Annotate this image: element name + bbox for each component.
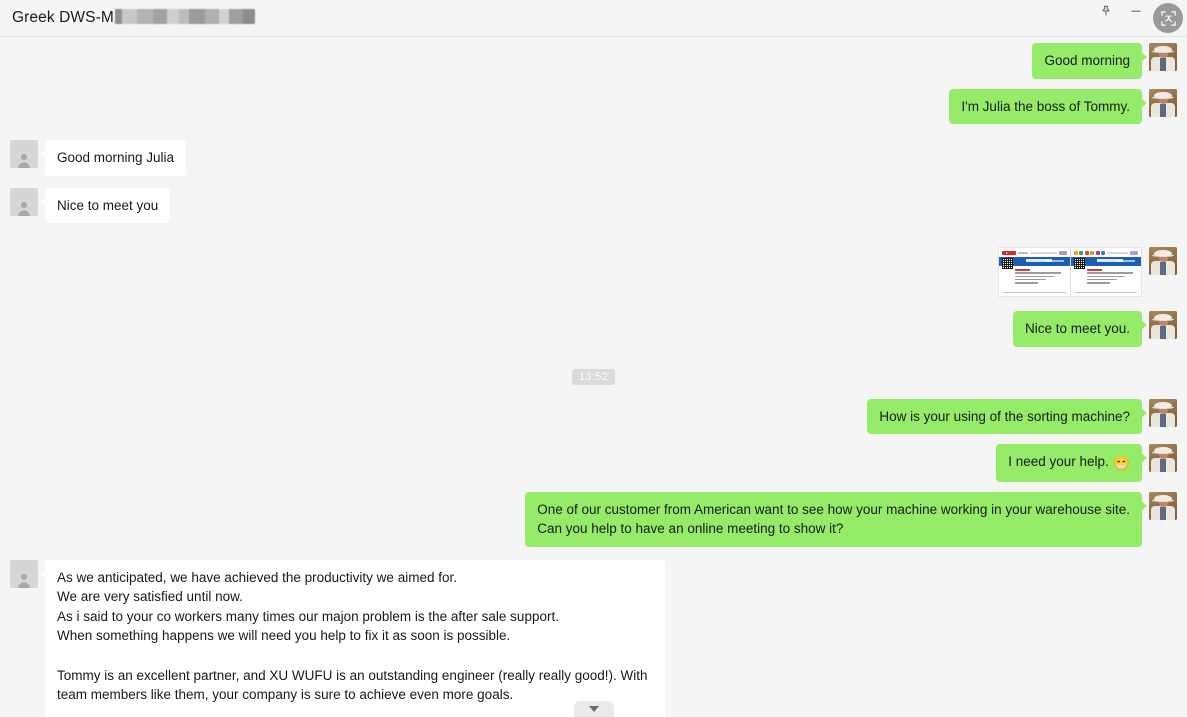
message-bubble-outgoing[interactable]: One of our customer from American want t… [525, 491, 1147, 547]
title-prefix: Greek DWS-M [12, 9, 114, 26]
avatar[interactable] [1149, 247, 1177, 276]
translate-scan-button[interactable] [1153, 3, 1183, 33]
pin-icon[interactable] [1091, 0, 1121, 22]
message-row: As we anticipated, we have achieved the … [0, 559, 1187, 717]
message-row: Good morning Julia [0, 140, 1187, 176]
avatar[interactable] [1149, 88, 1177, 117]
message-bubble-outgoing[interactable]: Good morning [1032, 43, 1147, 79]
youtube-icon [1002, 250, 1016, 255]
avatar[interactable] [1149, 398, 1177, 427]
business-card-image[interactable] [998, 247, 1142, 298]
minimize-icon[interactable] [1121, 0, 1151, 22]
avatar[interactable] [1149, 43, 1177, 71]
avatar-placeholder[interactable] [10, 559, 38, 588]
timestamp-label: 13:52 [571, 368, 616, 385]
message-bubble-incoming[interactable]: As we anticipated, we have achieved the … [40, 559, 665, 717]
scroll-to-bottom-button[interactable] [573, 701, 614, 717]
avatar-placeholder[interactable] [10, 187, 38, 216]
message-bubble-incoming[interactable]: Good morning Julia [39, 140, 187, 176]
message-row: I need your help. 😁 [0, 444, 1187, 482]
message-row: Good morning [0, 43, 1187, 79]
message-row [0, 247, 1187, 298]
message-bubble-outgoing[interactable]: I'm Julia the boss of Tommy. [949, 88, 1147, 125]
message-bubble-outgoing[interactable]: I need your help. 😁 [996, 444, 1147, 482]
grinning-emoji-icon: 😁 [1112, 455, 1130, 472]
qr-code-icon [1073, 258, 1085, 270]
avatar-placeholder[interactable] [10, 140, 38, 169]
message-row: Nice to meet you [0, 187, 1187, 224]
message-image[interactable] [998, 247, 1142, 298]
window-titlebar: Greek DWS-M [0, 0, 1187, 37]
message-text: I need your help. [1008, 454, 1113, 470]
timestamp-divider: 13:52 [0, 368, 1187, 385]
page-title: Greek DWS-M [12, 9, 255, 27]
chevron-down-icon [588, 705, 599, 712]
avatar[interactable] [1149, 491, 1177, 520]
message-bubble-outgoing[interactable]: How is your using of the sorting machine… [867, 398, 1147, 435]
title-redacted-block [114, 9, 255, 24]
message-bubble-outgoing[interactable]: Nice to meet you. [1012, 311, 1148, 347]
message-row: Nice to meet you. [0, 311, 1187, 347]
message-bubble-incoming[interactable]: Nice to meet you [39, 187, 171, 224]
message-row: How is your using of the sorting machine… [0, 398, 1187, 435]
message-row: One of our customer from American want t… [0, 491, 1187, 547]
message-row: I'm Julia the boss of Tommy. [0, 88, 1187, 125]
qr-code-icon [1002, 258, 1013, 270]
avatar[interactable] [1149, 444, 1177, 473]
avatar[interactable] [1149, 311, 1177, 340]
chat-message-list[interactable]: Good morning I'm Julia the boss of Tommy… [0, 37, 1187, 717]
